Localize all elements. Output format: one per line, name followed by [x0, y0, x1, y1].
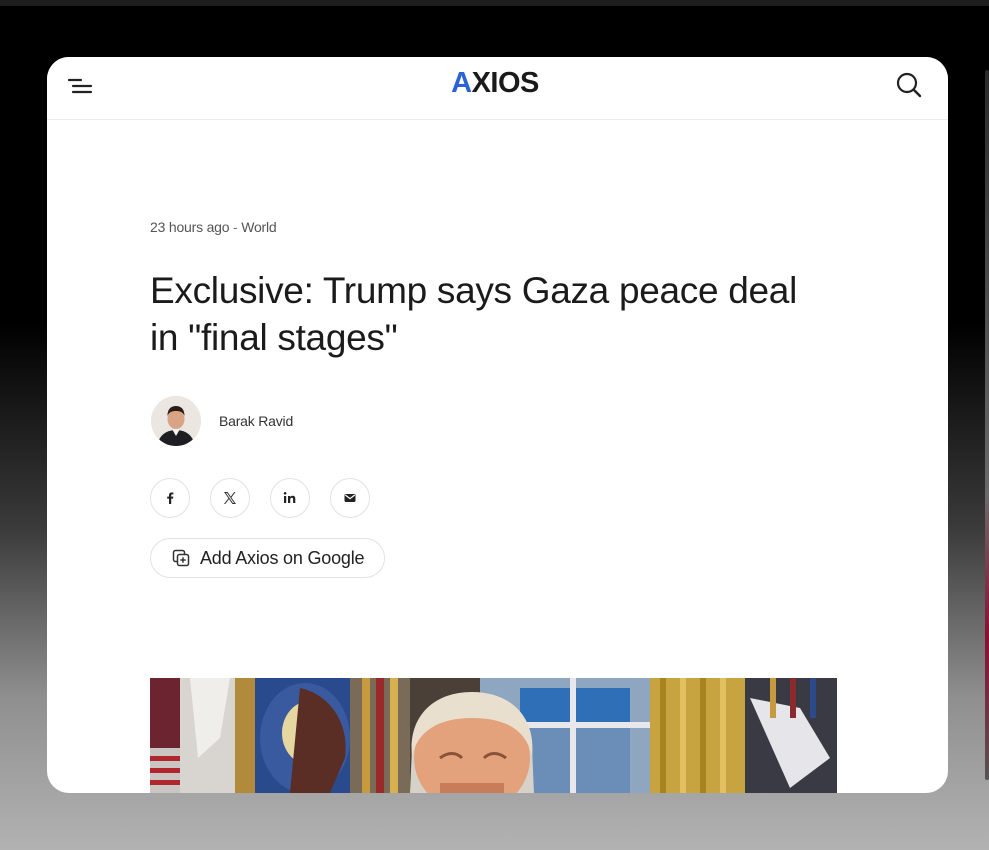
share-linkedin-button[interactable]	[270, 478, 310, 518]
logo-wordmark: AXIOS	[451, 67, 539, 99]
share-x-button[interactable]	[210, 478, 250, 518]
article-section[interactable]: World	[241, 219, 277, 235]
facebook-icon	[167, 492, 174, 504]
x-icon	[224, 492, 236, 504]
window-top-bar	[0, 0, 989, 6]
share-buttons	[150, 478, 370, 518]
search-icon	[896, 72, 922, 98]
hero-image	[150, 678, 837, 793]
share-facebook-button[interactable]	[150, 478, 190, 518]
menu-icon	[67, 78, 93, 94]
adjacent-card-edge	[985, 70, 989, 780]
logo-rest: XIOS	[471, 67, 540, 99]
site-header: AXIOS	[47, 57, 948, 120]
article-headline: Exclusive: Trump says Gaza peace deal in…	[150, 270, 797, 358]
add-axios-on-google-label: Add Axios on Google	[200, 547, 365, 568]
linkedin-icon	[283, 492, 296, 503]
share-email-button[interactable]	[330, 478, 370, 518]
logo-a: A	[451, 67, 472, 99]
add-source-icon	[172, 549, 190, 567]
author-byline[interactable]: Barak Ravid	[151, 395, 293, 447]
meta-separator: -	[229, 219, 242, 235]
email-icon	[344, 494, 356, 502]
author-name[interactable]: Barak Ravid	[219, 413, 293, 429]
article-card: AXIOS 23 hours ago - World Exclusive: Tr…	[47, 57, 948, 793]
add-axios-on-google-button[interactable]: Add Axios on Google	[150, 538, 386, 578]
article-time: 23 hours ago	[150, 219, 230, 235]
search-button[interactable]	[893, 69, 925, 101]
author-avatar[interactable]	[151, 396, 201, 446]
article-meta: 23 hours ago - World	[150, 219, 277, 235]
menu-button[interactable]	[65, 71, 95, 101]
axios-logo[interactable]: AXIOS	[445, 67, 545, 99]
